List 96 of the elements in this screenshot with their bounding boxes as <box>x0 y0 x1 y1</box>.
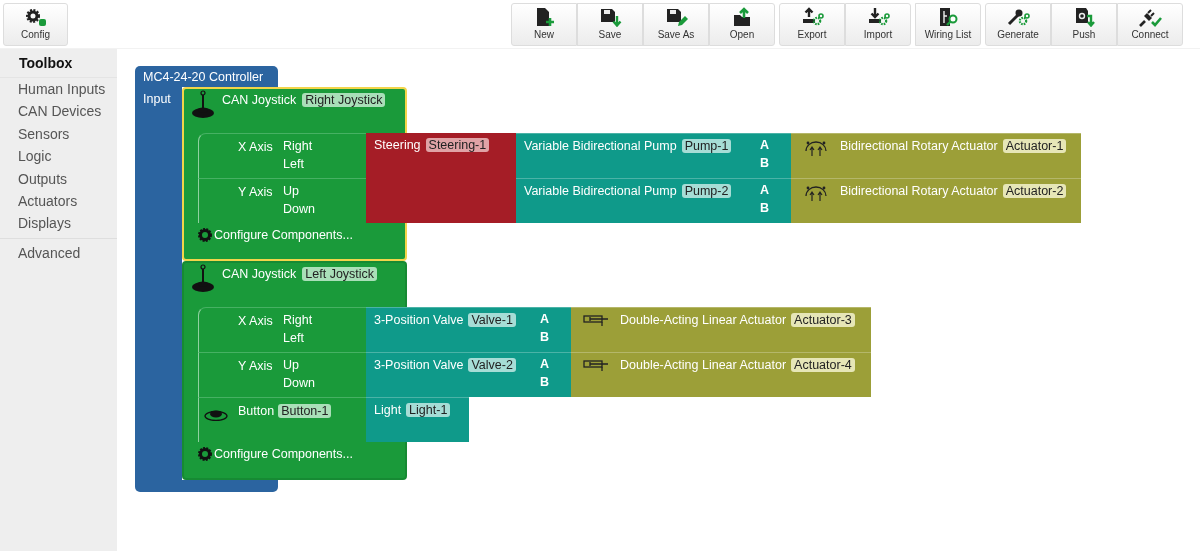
category-item[interactable]: Logic <box>0 145 117 168</box>
configure-link[interactable]: Configure Components... <box>214 228 353 242</box>
axis-label: Y Axis <box>238 184 274 201</box>
toolbar-button[interactable]: Import <box>845 3 911 46</box>
pump-block[interactable]: Variable Bidirectional Pump Pump-1 A B <box>516 133 791 178</box>
block-title: Double-Acting Linear Actuator <box>620 313 787 327</box>
name-tag[interactable]: Steering-1 <box>425 138 490 152</box>
joystick-icon <box>190 90 216 120</box>
actuator-block[interactable]: Bidirectional Rotary Actuator Actuator-2 <box>791 178 1081 223</box>
wrench-icon <box>1006 7 1030 27</box>
port-label: A <box>759 182 769 199</box>
name-tag[interactable]: Light-1 <box>406 403 451 417</box>
port-label: A <box>539 356 549 373</box>
block-title: 3-Position Valve <box>374 358 464 372</box>
light-block[interactable]: Light Light-1 <box>366 397 469 442</box>
category-item[interactable]: Actuators <box>0 190 117 213</box>
controller-title[interactable]: MC4-24-20 Controller <box>135 66 278 87</box>
valve-block[interactable]: 3-Position Valve Valve-2 A B <box>366 352 571 397</box>
direction-label: Up <box>283 357 300 374</box>
rotary-actuator-icon <box>803 139 829 157</box>
toolbar-button[interactable]: Export <box>779 3 845 46</box>
axis-label: Y Axis <box>238 358 274 375</box>
direction-label: Down <box>283 201 315 218</box>
block-title: CAN Joystick <box>222 266 297 281</box>
gear-icon <box>198 228 212 242</box>
input-label: Input <box>143 92 171 106</box>
block-title: Variable Bidirectional Pump <box>524 139 677 153</box>
gear-icon <box>198 447 212 461</box>
axis-label: X Axis <box>238 313 274 330</box>
direction-label: Up <box>283 183 300 200</box>
port-label: A <box>759 137 769 154</box>
category-item[interactable]: Advanced <box>0 241 117 265</box>
toolbar-button[interactable]: Save <box>577 3 643 46</box>
save-icon <box>598 7 622 27</box>
category-item[interactable]: Displays <box>0 212 117 235</box>
port-label: B <box>759 155 769 172</box>
cylinder-icon <box>583 358 609 372</box>
input-label: Button <box>238 404 275 418</box>
pump-block[interactable]: Variable Bidirectional Pump Pump-2 A B <box>516 178 791 223</box>
block-title: CAN Joystick <box>222 92 297 107</box>
upload-icon <box>800 7 824 27</box>
category-item[interactable]: CAN Devices <box>0 100 117 123</box>
port-label: B <box>539 329 549 346</box>
gear-icon <box>23 9 48 27</box>
name-tag[interactable]: Pump-2 <box>681 184 732 198</box>
block-title: 3-Position Valve <box>374 313 464 327</box>
name-tag[interactable]: Button-1 <box>278 404 332 418</box>
controller-block[interactable]: Input <box>135 87 182 480</box>
toolbar-button[interactable]: Push <box>1051 3 1117 46</box>
name-tag[interactable]: Right Joystick <box>302 93 386 107</box>
block-title: Bidirectional Rotary Actuator <box>840 184 998 198</box>
toolbar-button[interactable]: Wiring List <box>915 3 981 46</box>
valve-block[interactable]: 3-Position Valve Valve-1 A B <box>366 307 571 352</box>
name-tag[interactable]: Valve-1 <box>468 313 516 327</box>
direction-label: Right <box>283 312 313 329</box>
direction-label: Right <box>283 138 313 155</box>
direction-label: Down <box>283 375 315 392</box>
toolbar-button[interactable]: Connect <box>1117 3 1183 46</box>
download-icon <box>866 7 890 27</box>
toolbar-button[interactable]: Open <box>709 3 775 46</box>
name-tag[interactable]: Pump-1 <box>681 139 732 153</box>
configure-link[interactable]: Configure Components... <box>214 447 353 461</box>
block-title: Double-Acting Linear Actuator <box>620 358 787 372</box>
block-title: Variable Bidirectional Pump <box>524 184 677 198</box>
actuator-block[interactable]: Bidirectional Rotary Actuator Actuator-1 <box>791 133 1081 178</box>
name-tag[interactable]: Actuator-1 <box>1002 139 1067 153</box>
name-tag[interactable]: Valve-2 <box>468 358 516 372</box>
category-item[interactable]: Outputs <box>0 167 117 191</box>
category-item[interactable]: Human Inputs <box>0 78 117 101</box>
joystick-icon <box>190 264 216 294</box>
toolbox-title: Toolbox <box>0 51 117 78</box>
cylinder-icon <box>583 313 609 327</box>
plug-icon <box>1138 7 1162 27</box>
config-button[interactable]: Config <box>3 3 68 46</box>
name-tag[interactable]: Actuator-3 <box>791 313 855 327</box>
actuator-block[interactable]: Double-Acting Linear Actuator Actuator-3 <box>571 307 871 352</box>
toolbar-button[interactable]: New <box>511 3 577 46</box>
direction-label: Left <box>283 330 305 347</box>
block-title: Light <box>374 403 402 417</box>
toolbar-button[interactable]: Save As <box>643 3 709 46</box>
mapper-block[interactable]: Steering Steering-1 <box>366 133 516 223</box>
name-tag[interactable]: Actuator-2 <box>1002 184 1067 198</box>
axis-label: X Axis <box>238 139 274 156</box>
rotary-actuator-icon <box>803 184 829 202</box>
direction-label: Left <box>283 156 305 173</box>
name-tag[interactable]: Left Joystick <box>302 267 378 281</box>
toolbar-button[interactable]: Generate <box>985 3 1051 46</box>
actuator-block[interactable]: Double-Acting Linear Actuator Actuator-4 <box>571 352 871 397</box>
save-as-icon <box>664 7 688 27</box>
name-tag[interactable]: Actuator-4 <box>791 358 855 372</box>
port-label: B <box>759 200 769 217</box>
port-label: B <box>539 374 549 391</box>
block-title: Bidirectional Rotary Actuator <box>840 139 998 153</box>
port-label: A <box>539 311 549 328</box>
block-title: Steering <box>374 138 421 152</box>
category-item[interactable]: Sensors <box>0 122 117 146</box>
